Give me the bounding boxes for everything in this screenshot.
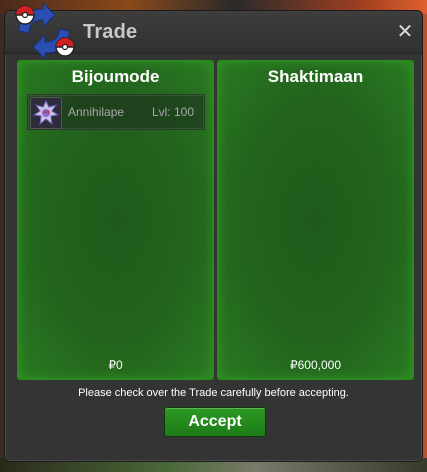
partner-trade-offer-panel: Shaktimaan ₽600,000	[217, 60, 414, 380]
window-title: Trade	[83, 21, 138, 43]
money-offer-left: ₽0	[108, 358, 123, 372]
trade-pokeball-arrows-icon	[15, 1, 75, 61]
trade-notice-text: Please check over the Trade carefully be…	[78, 387, 349, 399]
pokemon-level: Lvl: 100	[151, 105, 194, 119]
my-trade-offer-panel: Bijoumode Annihilape Lvl: 100 ₽0	[17, 60, 214, 380]
trade-window: Trade ✕ Bijoumode Annihilape Lvl: 100 ₽0…	[4, 1, 423, 462]
accept-button[interactable]: Accept	[164, 407, 266, 437]
close-icon[interactable]: ✕	[394, 20, 416, 42]
pokemon-name: Annihilape	[68, 105, 125, 119]
trade-item-slot[interactable]: Annihilape Lvl: 100	[27, 94, 205, 130]
annihilape-sprite-icon	[30, 97, 62, 129]
trade-titlebar[interactable]: Trade ✕	[5, 1, 422, 61]
money-offer-right: ₽600,000	[289, 358, 341, 372]
player-name-right: Shaktimaan	[267, 67, 364, 86]
player-name-left: Bijoumode	[71, 67, 160, 86]
